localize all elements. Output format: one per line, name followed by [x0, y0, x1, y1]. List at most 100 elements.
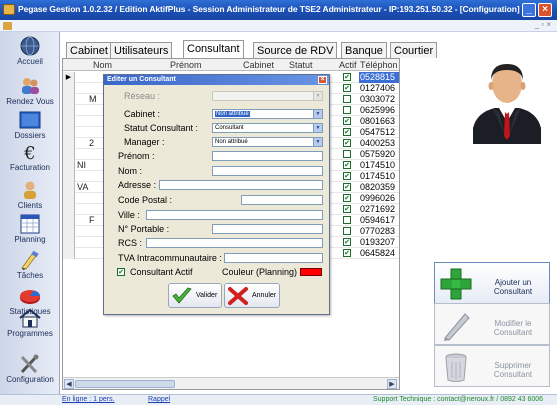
app-menu-icon[interactable]	[3, 22, 12, 30]
sidebar-item-dossiers[interactable]: Dossiers	[0, 110, 60, 140]
add-consultant-button[interactable]: Ajouter un Consultant	[434, 262, 550, 304]
tab-consultant[interactable]: Consultant	[183, 40, 244, 58]
row-actif-checkbox[interactable]: ✔	[343, 84, 351, 92]
sidebar-item-programmes[interactable]: Programmes	[0, 308, 60, 338]
row-selector[interactable]	[63, 193, 75, 204]
row-actif-checkbox[interactable]: ✔	[343, 139, 351, 147]
mdi-controls[interactable]: _ ▫ ×	[535, 20, 551, 29]
statut-select[interactable]: Consultant ▼	[212, 123, 323, 133]
plus-icon	[440, 268, 472, 300]
dialog-close-button[interactable]: ×	[318, 76, 327, 84]
row-selector[interactable]	[63, 248, 75, 259]
adresse-label: Adresse :	[118, 180, 157, 190]
row-actif-checkbox[interactable]: ✔	[343, 161, 351, 169]
sidebar-item-clients[interactable]: Clients	[0, 180, 60, 210]
tab-source-de-rdv[interactable]: Source de RDV	[253, 42, 338, 58]
row-selector[interactable]	[63, 160, 75, 171]
row-actif-checkbox[interactable]	[343, 106, 351, 114]
row-telephone: 0174510	[360, 160, 396, 170]
annuler-button[interactable]: Annuler	[224, 283, 280, 308]
tab-courtier[interactable]: Courtier	[390, 42, 438, 58]
sidebar-item-rendez-vous[interactable]: Rendez Vous	[0, 76, 60, 106]
scroll-right-icon[interactable]: ▶	[387, 379, 397, 389]
row-selector[interactable]	[63, 149, 75, 160]
sidebar-label: Clients	[17, 201, 43, 210]
tab-utilisateurs[interactable]: Utilisateurs	[110, 42, 173, 58]
portable-field[interactable]	[212, 224, 323, 234]
ville-field[interactable]	[146, 210, 323, 220]
column-header-telephone[interactable]: Téléphon	[360, 60, 398, 70]
column-header-statut[interactable]: Statut	[289, 60, 313, 70]
row-selector[interactable]	[63, 83, 75, 94]
reseau-label: Réseau :	[124, 91, 161, 101]
row-telephone: 0625996	[360, 105, 396, 115]
tva-field[interactable]	[224, 253, 323, 263]
row-actif-checkbox[interactable]: ✔	[343, 205, 351, 213]
row-actif-checkbox[interactable]: ✔	[343, 238, 351, 246]
column-header-prenom[interactable]: Prénom	[170, 60, 202, 70]
adresse-field[interactable]	[159, 180, 323, 190]
column-header-cabinet[interactable]: Cabinet	[243, 60, 274, 70]
row-actif-checkbox[interactable]	[343, 95, 351, 103]
menubar: _ ▫ ×	[0, 20, 557, 32]
sidebar-item-facturation[interactable]: € Facturation	[0, 142, 60, 172]
column-header-nom[interactable]: Nom	[93, 60, 112, 70]
rcs-field[interactable]	[146, 238, 323, 248]
online-users-link[interactable]: En ligne : 1 pers.	[62, 396, 115, 403]
sidebar-item-taches[interactable]: Tâches	[0, 250, 60, 280]
row-actif-checkbox[interactable]: ✔	[343, 183, 351, 191]
home-icon	[19, 308, 41, 328]
row-selector[interactable]	[63, 116, 75, 127]
row-selector[interactable]	[63, 105, 75, 116]
row-selector[interactable]	[63, 182, 75, 193]
row-actif-checkbox[interactable]: ✔	[343, 117, 351, 125]
row-actif-checkbox[interactable]	[343, 216, 351, 224]
row-selector[interactable]	[63, 237, 75, 248]
tab-cabinet[interactable]: Cabinet	[66, 42, 112, 58]
manager-value: Non attribué	[215, 139, 248, 145]
valider-button[interactable]: Valider	[168, 283, 222, 308]
nom-field[interactable]	[212, 166, 323, 176]
row-actif-checkbox[interactable]: ✔	[343, 249, 351, 257]
rappel-link[interactable]: Rappel	[148, 396, 170, 403]
sidebar-item-accueil[interactable]: Accueil	[0, 36, 60, 66]
delete-consultant-button[interactable]: Supprimer Consultant	[434, 345, 550, 387]
cabinet-select[interactable]: Non attribué ▼	[212, 109, 323, 119]
prenom-field[interactable]	[212, 151, 323, 161]
row-telephone: 0528815	[359, 72, 399, 83]
row-telephone: 0547512	[360, 127, 396, 137]
modify-consultant-button[interactable]: Modifier le Consultant	[434, 303, 550, 345]
add-consultant-label: Ajouter un Consultant	[493, 278, 533, 296]
close-window-button[interactable]: ×	[538, 3, 552, 17]
row-selector[interactable]	[63, 127, 75, 138]
sidebar-item-planning[interactable]: Planning	[0, 214, 60, 244]
row-selector[interactable]	[63, 94, 75, 105]
tab-banque[interactable]: Banque	[341, 42, 387, 58]
couleur-planning-swatch[interactable]	[300, 268, 322, 276]
row-selector-arrow-icon[interactable]: ▶	[63, 72, 75, 83]
row-selector[interactable]	[63, 215, 75, 226]
code-postal-field[interactable]	[241, 195, 323, 205]
sidebar-item-configuration[interactable]: Configuration	[0, 354, 60, 384]
row-actif-checkbox[interactable]: ✔	[343, 73, 351, 81]
row-actif-checkbox[interactable]: ✔	[343, 194, 351, 202]
horizontal-scrollbar[interactable]: ◀ ▶	[63, 377, 399, 389]
row-actif-checkbox[interactable]	[343, 227, 351, 235]
row-actif-checkbox[interactable]	[343, 150, 351, 158]
row-selector[interactable]	[63, 171, 75, 182]
tasks-icon	[21, 250, 39, 270]
reseau-select[interactable]: ▼	[212, 91, 323, 101]
row-selector[interactable]	[63, 204, 75, 215]
manager-select[interactable]: Non attribué ▼	[212, 137, 323, 147]
row-actif-checkbox[interactable]: ✔	[343, 172, 351, 180]
minimize-button[interactable]: _	[522, 3, 536, 17]
edit-consultant-dialog: Editer un Consultant × Réseau : ▼ Cabine…	[103, 74, 330, 315]
row-selector[interactable]	[63, 226, 75, 237]
column-header-actif[interactable]: Actif	[339, 60, 357, 70]
row-telephone: 0770283	[360, 226, 396, 236]
scroll-thumb[interactable]	[75, 380, 175, 388]
row-selector[interactable]	[63, 138, 75, 149]
consultant-actif-checkbox[interactable]: ✔	[117, 268, 125, 276]
scroll-left-icon[interactable]: ◀	[64, 379, 74, 389]
row-actif-checkbox[interactable]: ✔	[343, 128, 351, 136]
